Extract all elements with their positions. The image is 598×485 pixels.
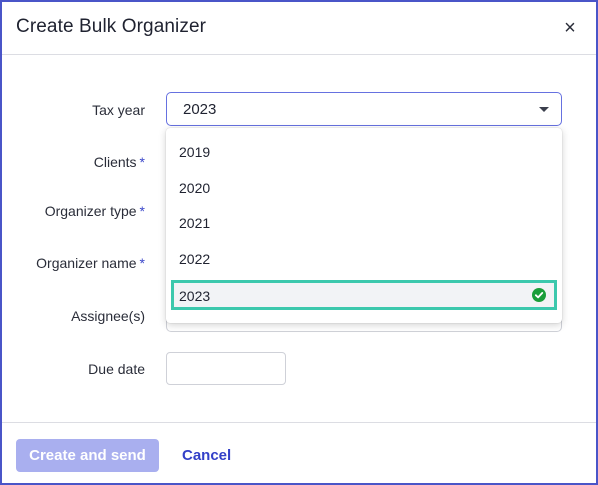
dialog-footer: Create and send Cancel (2, 422, 596, 485)
organizer-name-label-text: Organizer name (36, 255, 137, 271)
dialog-header: Create Bulk Organizer × (2, 2, 596, 55)
tax-year-label-text: Tax year (92, 102, 145, 118)
tax-year-select[interactable]: 2023 (166, 92, 562, 126)
option-label: 2023 (179, 288, 211, 304)
dialog-title: Create Bulk Organizer (16, 16, 207, 37)
organizer-type-label-text: Organizer type (44, 203, 137, 219)
tax-year-label: Tax year (2, 102, 145, 118)
clients-label-text: Clients (93, 154, 137, 170)
organizer-name-label: Organizer name * (2, 255, 145, 271)
due-date-input[interactable] (166, 352, 286, 385)
clients-label: Clients * (2, 154, 145, 170)
required-marker: * (139, 255, 145, 271)
tax-year-selected-value: 2023 (183, 101, 217, 118)
tax-year-option-2023[interactable]: 2023 (171, 280, 557, 310)
tax-year-option-2021[interactable]: 2021 (166, 205, 562, 241)
close-icon[interactable]: × (558, 16, 582, 40)
create-and-send-button[interactable]: Create and send (16, 439, 159, 472)
chevron-down-icon[interactable] (539, 107, 549, 112)
option-label: 2021 (179, 215, 211, 231)
option-label: 2022 (179, 251, 211, 267)
required-marker: * (139, 203, 145, 219)
tax-year-option-2022[interactable]: 2022 (166, 241, 562, 277)
required-marker: * (139, 154, 145, 170)
tax-year-option-2020[interactable]: 2020 (166, 170, 562, 206)
organizer-type-label: Organizer type * (2, 203, 145, 219)
cancel-button[interactable]: Cancel (182, 439, 231, 472)
option-label: 2020 (179, 180, 211, 196)
due-date-label-text: Due date (88, 361, 145, 377)
due-date-label: Due date (2, 361, 145, 377)
create-bulk-organizer-dialog: Create Bulk Organizer × Tax year Clients… (0, 0, 598, 485)
assignees-label: Assignee(s) (2, 308, 145, 324)
check-circle-icon (532, 288, 546, 302)
tax-year-option-2019[interactable]: 2019 (166, 134, 562, 170)
assignees-label-text: Assignee(s) (71, 308, 145, 324)
tax-year-dropdown-menu: 2019 2020 2021 2022 2023 (166, 128, 562, 323)
option-label: 2019 (179, 144, 211, 160)
